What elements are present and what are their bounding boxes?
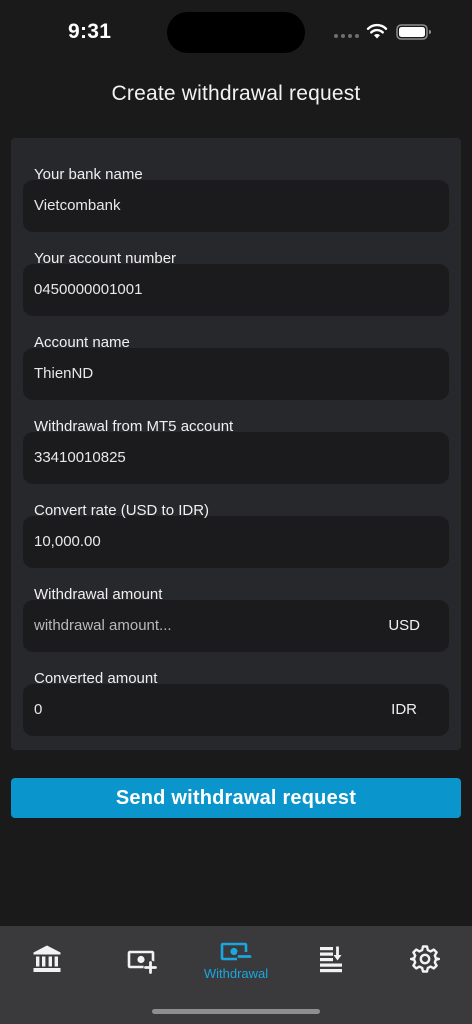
account-number-label: Your account number: [34, 250, 177, 267]
tab-withdrawal[interactable]: Withdrawal: [189, 926, 283, 996]
bank-name-value: Vietcombank: [34, 197, 121, 214]
converted-amount-value: 0: [34, 701, 43, 718]
withdrawal-amount-label: Withdrawal amount: [34, 586, 163, 603]
status-time: 9:31: [68, 20, 112, 43]
bank-name-input[interactable]: Vietcombank: [23, 180, 449, 232]
cellular-signal-icon: [334, 34, 359, 38]
currency-usd-suffix: USD: [388, 617, 420, 634]
screen: 9:31 Create withdrawal request Vietcomba…: [0, 0, 472, 1024]
tab-settings[interactable]: [378, 926, 472, 996]
withdrawal-form: Vietcombank Your bank name 0450000001001…: [11, 138, 461, 750]
page-title: Create withdrawal request: [111, 82, 361, 105]
account-number-input[interactable]: 0450000001001: [23, 264, 449, 316]
withdrawal-icon: [220, 942, 252, 961]
tab-bank[interactable]: [0, 926, 94, 996]
dynamic-island: [167, 12, 305, 53]
convert-rate-label: Convert rate (USD to IDR): [34, 502, 210, 519]
tab-transfer[interactable]: [284, 926, 378, 996]
currency-idr-suffix: IDR: [391, 701, 417, 718]
account-name-input[interactable]: ThienND: [23, 348, 449, 400]
withdrawal-amount-input[interactable]: withdrawal amount... USD: [23, 600, 449, 652]
account-number-value: 0450000001001: [34, 281, 143, 298]
account-name-value: ThienND: [34, 365, 94, 382]
convert-rate-input: 10,000.00: [23, 516, 449, 568]
wifi-icon: [366, 23, 388, 39]
converted-amount-input: 0 IDR: [23, 684, 449, 736]
deposit-icon: [127, 950, 158, 974]
gear-icon: [410, 945, 440, 973]
transfer-icon: [320, 946, 342, 973]
converted-amount-label: Converted amount: [34, 670, 158, 687]
withdrawal-amount-placeholder: withdrawal amount...: [34, 617, 172, 634]
send-withdrawal-request-button[interactable]: Send withdrawal request: [11, 778, 461, 818]
battery-icon: [396, 24, 431, 40]
mt5-account-label: Withdrawal from MT5 account: [34, 418, 234, 435]
mt5-account-select[interactable]: 33410010825: [23, 432, 449, 484]
tab-deposit[interactable]: [96, 926, 190, 996]
convert-rate-value: 10,000.00: [34, 533, 101, 550]
bank-name-label: Your bank name: [34, 166, 143, 183]
home-indicator: [152, 1009, 320, 1014]
account-name-label: Account name: [34, 334, 130, 351]
mt5-account-value: 33410010825: [34, 449, 126, 466]
bank-icon: [33, 945, 61, 972]
tab-withdrawal-label: Withdrawal: [203, 966, 269, 981]
status-bar: 9:31: [0, 0, 472, 64]
